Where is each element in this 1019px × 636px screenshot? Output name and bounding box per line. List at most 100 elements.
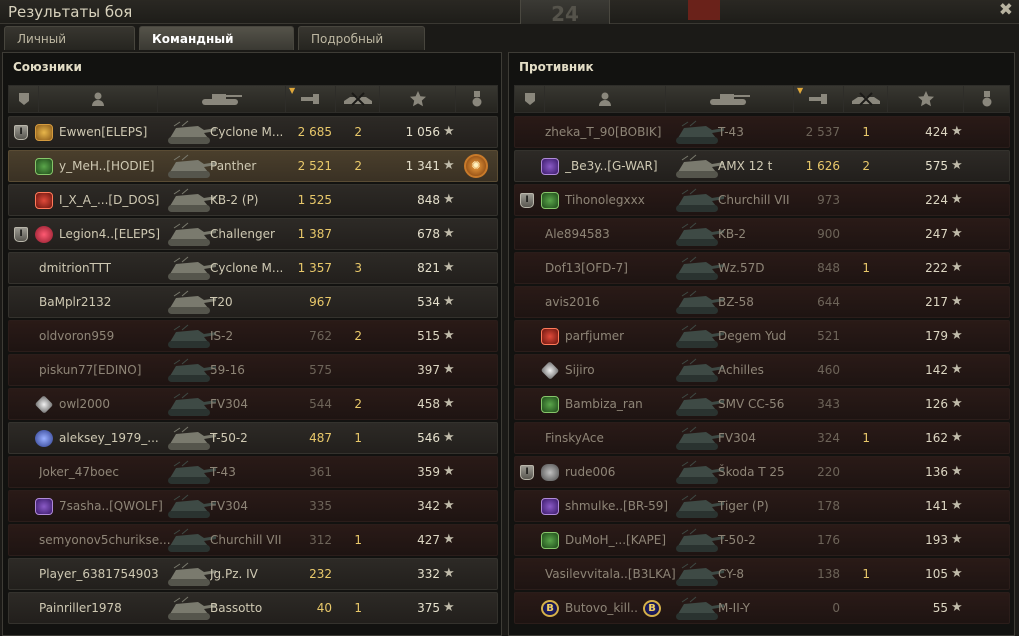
player-name[interactable]: semyonov5churikse... — [39, 525, 171, 555]
player-name[interactable]: Painriller1978 — [39, 593, 122, 623]
enemy-player-row[interactable]: Ale894583 KB-2 900 247 ★ — [514, 218, 1010, 250]
player-name[interactable]: dmitrionTTT — [39, 253, 111, 283]
ally-player-row[interactable]: oldvoron959 IS-2 762 2 515 ★ — [8, 320, 498, 352]
enemies-header-tank[interactable] — [665, 85, 793, 113]
platoon-icon: I — [14, 125, 28, 140]
player-name[interactable]: Ale894583 — [545, 219, 610, 249]
player-name[interactable]: Legion4..[ELEPS] — [59, 219, 160, 249]
player-name[interactable]: BaMplr2132 — [39, 287, 111, 317]
tab-team-result[interactable]: Командный результат — [139, 26, 294, 70]
enemy-player-row[interactable]: Vasilevvitala..[B3LKA] CY-8 138 1 105 ★ — [514, 558, 1010, 590]
xp-star-icon: ★ — [951, 328, 963, 343]
player-name[interactable]: parfjumer — [565, 321, 624, 351]
achievement-medal-icon[interactable]: ✺ — [464, 154, 488, 178]
tab-bar: Личный результат Командный результат Под… — [4, 26, 425, 70]
player-name[interactable]: Joker_47boec — [39, 457, 119, 487]
ally-player-row[interactable]: aleksey_1979_... T-50-2 487 1 546 ★ — [8, 422, 498, 454]
player-name[interactable]: zheka_T_90[BOBIK] — [545, 117, 661, 147]
close-icon[interactable]: ✖ — [999, 1, 1013, 19]
player-name[interactable]: Dof13[OFD-7] — [545, 253, 628, 283]
ally-player-row[interactable]: dmitrionTTT Cyclone M... 1 357 3 821 ★ — [8, 252, 498, 284]
ally-player-row[interactable]: BaMplr2132 T20 967 534 ★ — [8, 286, 498, 318]
platoon-icon: I — [14, 227, 28, 242]
enemies-header-player[interactable] — [544, 85, 665, 113]
tab-detailed-report[interactable]: Подробный отчёт — [298, 26, 425, 70]
vehicle-name: Škoda T 25 — [718, 465, 785, 479]
clan-badge-icon: B — [541, 600, 559, 617]
player-name[interactable]: I_X_A_...[D_DOS] — [59, 185, 159, 215]
player-name[interactable]: piskun77[EDINO] — [39, 355, 141, 385]
player-name[interactable]: Vasilevvitala..[B3LKA] — [545, 559, 676, 589]
allies-header-damage[interactable]: ▼ — [285, 85, 335, 113]
ally-player-row[interactable]: 7sasha..[QWOLF] FV304 335 342 ★ — [8, 490, 498, 522]
kills-value — [336, 287, 362, 317]
ally-player-row[interactable]: piskun77[EDINO] 59-16 575 397 ★ — [8, 354, 498, 386]
enemy-player-row[interactable]: Bambiza_ran SMV CC-56 343 126 ★ — [514, 388, 1010, 420]
player-name[interactable]: DuMoH_...[KAPE] — [565, 525, 666, 555]
allies-header-platoon[interactable] — [8, 85, 38, 113]
enemy-player-row[interactable]: DuMoH_...[KAPE] T-50-2 176 193 ★ — [514, 524, 1010, 556]
player-name[interactable]: oldvoron959 — [39, 321, 114, 351]
enemy-player-row[interactable]: Dof13[OFD-7] Wz.57D 848 1 222 ★ — [514, 252, 1010, 284]
enemy-player-row[interactable]: shmulke..[BR-59] Tiger (P) 178 141 ★ — [514, 490, 1010, 522]
enemy-player-row[interactable]: zheka_T_90[BOBIK] T-43 2 537 1 424 ★ — [514, 116, 1010, 148]
player-name[interactable]: _Be3y..[G-WAR] — [565, 151, 658, 181]
player-name[interactable]: rude006 — [565, 457, 615, 487]
player-name[interactable]: FinskyAce — [545, 423, 604, 453]
player-name[interactable]: Ewwen[ELEPS] — [59, 117, 147, 147]
enemies-header-medal[interactable] — [963, 85, 1010, 113]
player-name[interactable]: y_MeH..[HODIE] — [59, 151, 154, 181]
enemy-player-row[interactable]: B B Butovo_kill.. M-II-Y 0 55 ★ — [514, 592, 1010, 624]
player-name[interactable]: Bambiza_ran — [565, 389, 643, 419]
ally-player-row[interactable]: Player_6381754903 Jg.Pz. IV 232 332 ★ — [8, 558, 498, 590]
vehicle-name: T-43 — [210, 465, 236, 479]
ally-player-row[interactable]: semyonov5churikse... Churchill VII 312 1 427… — [8, 524, 498, 556]
ally-player-row[interactable]: Painriller1978 Bassotto 40 1 375 ★ — [8, 592, 498, 624]
xp-star-icon: ★ — [443, 498, 455, 513]
allies-header-xp-star[interactable] — [379, 85, 455, 113]
player-name[interactable]: Butovo_kill.. — [565, 593, 638, 623]
enemy-player-row[interactable]: I Tihonolegxxx Churchill VII 973 224 ★ — [514, 184, 1010, 216]
enemy-player-row[interactable]: FinskyAce FV304 324 1 162 ★ — [514, 422, 1010, 454]
xp-value: 142 — [925, 363, 948, 377]
enemies-header-kills[interactable] — [843, 85, 887, 113]
damage-value: 138 — [817, 567, 840, 581]
player-name[interactable]: Sijiro — [565, 355, 595, 385]
allies-header-player[interactable] — [38, 85, 157, 113]
enemies-header-platoon[interactable] — [514, 85, 544, 113]
enemies-header-damage[interactable]: ▼ — [793, 85, 843, 113]
ally-player-row[interactable]: Joker_47boec T-43 361 359 ★ — [8, 456, 498, 488]
enemy-player-row[interactable]: parfjumer Degem Yud 521 179 ★ — [514, 320, 1010, 352]
player-name[interactable]: 7sasha..[QWOLF] — [59, 491, 163, 521]
enemies-header-xp-star[interactable] — [887, 85, 963, 113]
player-icon — [597, 91, 613, 107]
ally-player-row[interactable]: I Ewwen[ELEPS] Cyclone M... 2 685 2 1 056 ★ — [8, 116, 498, 148]
enemy-player-row[interactable]: Sijiro Achilles 460 142 ★ — [514, 354, 1010, 386]
enemy-player-row[interactable]: Irude006 Škoda T 25 220 136 ★ — [514, 456, 1010, 488]
player-icon — [90, 91, 106, 107]
sort-indicator-icon: ▼ — [797, 86, 804, 95]
xp-star-icon: ★ — [951, 532, 963, 547]
player-name[interactable]: shmulke..[BR-59] — [565, 491, 668, 521]
allies-header-tank[interactable] — [157, 85, 285, 113]
clan-badge-icon — [35, 158, 53, 175]
enemy-player-row[interactable]: avis2016 BZ-58 644 217 ★ — [514, 286, 1010, 318]
allies-header-medal[interactable] — [455, 85, 498, 113]
ally-player-row[interactable]: I_X_A_...[D_DOS] KB-2 (P) 1 525 848 ★ — [8, 184, 498, 216]
xp-value: 105 — [925, 567, 948, 581]
xp-value: 821 — [417, 261, 440, 275]
ally-player-row[interactable]: I Legion4..[ELEPS] Challenger 1 387 678 ★ — [8, 218, 498, 250]
ally-player-row[interactable]: owl2000 FV304 544 2 458 ★ — [8, 388, 498, 420]
player-name[interactable]: avis2016 — [545, 287, 600, 317]
player-name[interactable]: aleksey_1979_... — [59, 423, 159, 453]
player-name[interactable]: owl2000 — [59, 389, 110, 419]
vehicle-name: T20 — [210, 295, 233, 309]
player-name[interactable]: Player_6381754903 — [39, 559, 159, 589]
allies-header-kills[interactable] — [335, 85, 379, 113]
enemy-player-row[interactable]: _Be3y..[G-WAR] AMX 12 t 1 626 2 575 ★ — [514, 150, 1010, 182]
kills-value — [844, 185, 870, 215]
tab-personal-result[interactable]: Личный результат — [4, 26, 135, 70]
vehicle-name: Achilles — [718, 363, 764, 377]
ally-player-row[interactable]: y_MeH..[HODIE] Panther 2 521 2 1 341 ★ ✺ — [8, 150, 498, 182]
player-name[interactable]: Tihonolegxxx — [565, 185, 645, 215]
